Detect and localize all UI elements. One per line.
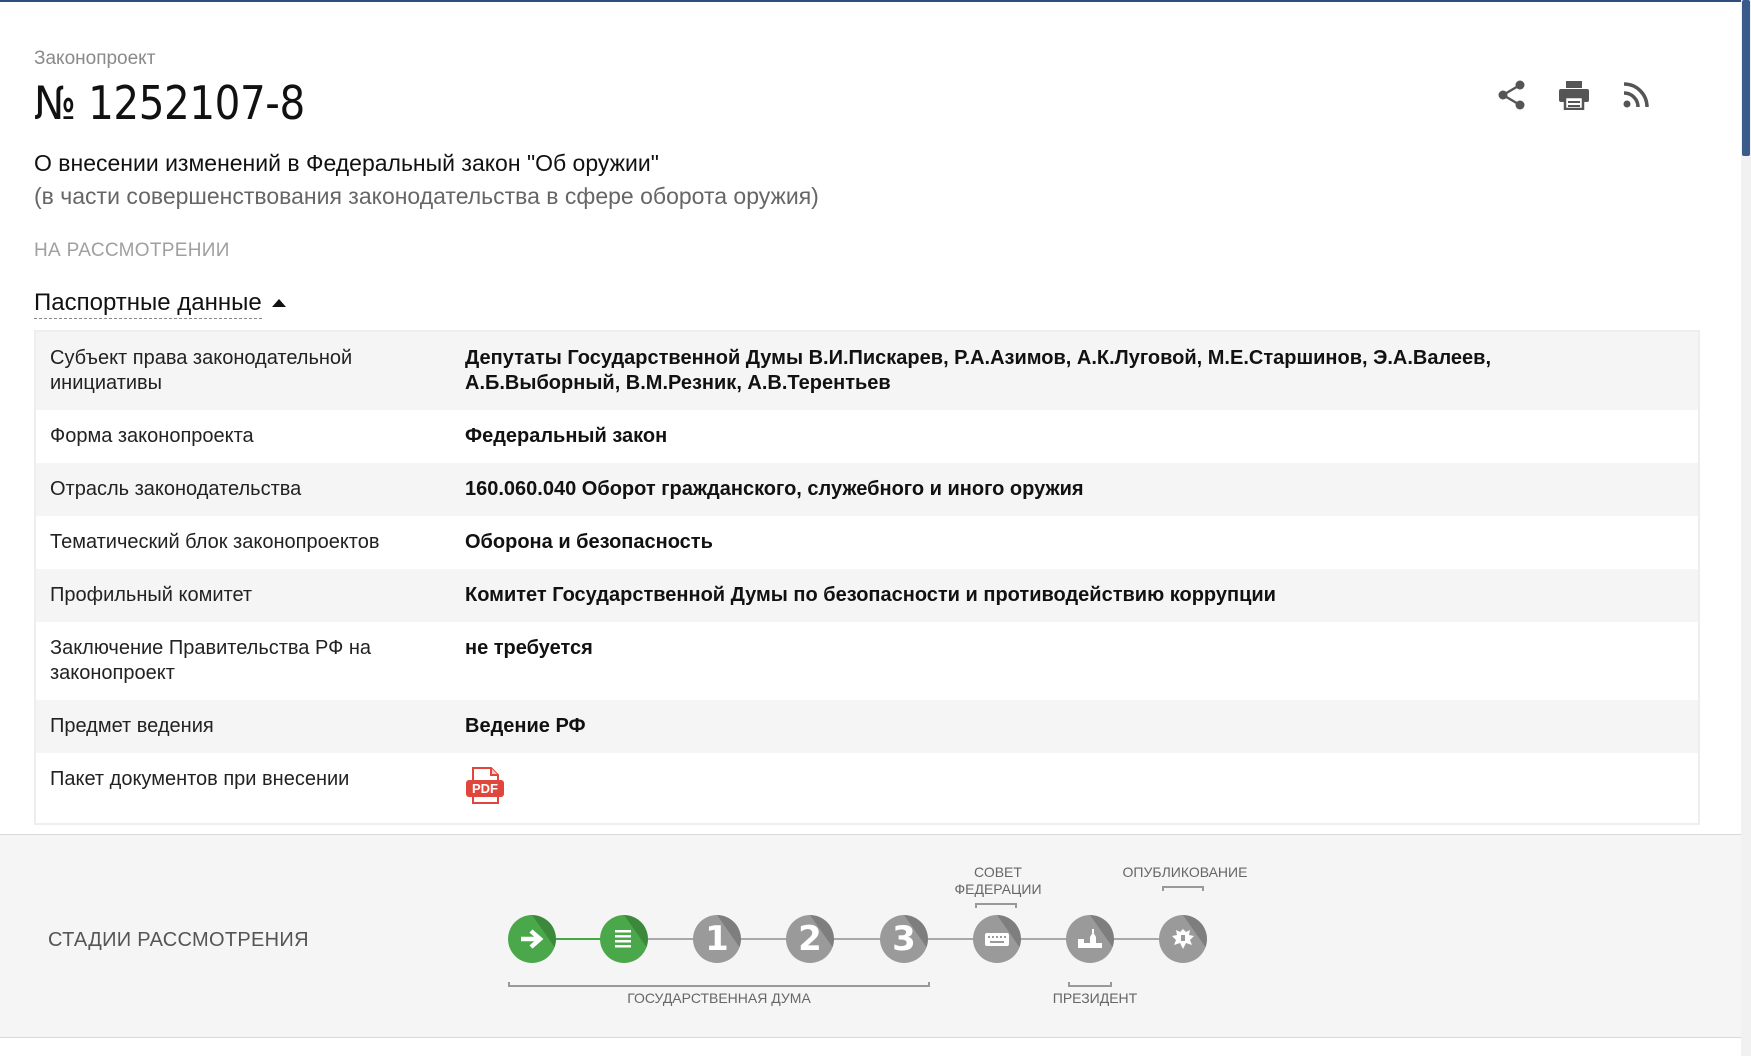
row-value: 160.060.040 Оборот гражданского, служебн… [465, 478, 1084, 500]
emblem-icon [1172, 929, 1194, 949]
passport-toggle[interactable]: Паспортные данные [34, 288, 286, 319]
table-row: Отрасль законодательства 160.060.040 Обо… [36, 463, 1698, 516]
bill-title: О внесении изменений в Федеральный закон… [34, 150, 659, 176]
stage-number: 2 [798, 919, 822, 959]
caret-up-icon [271, 298, 286, 307]
passport-table: Субъект права законодательной инициативы… [34, 330, 1700, 825]
share-icon[interactable] [1496, 78, 1528, 112]
table-row: Пакет документов при внесении PDF [36, 753, 1698, 823]
print-icon[interactable] [1558, 78, 1590, 112]
row-key: Отрасль законодательства [50, 478, 302, 500]
bill-number: № 1252107-8 [34, 76, 305, 130]
stage-preliminary[interactable] [600, 915, 648, 963]
kremlin-icon [1078, 929, 1102, 948]
row-key: Профильный комитет [50, 584, 253, 606]
row-key: Тематический блок законопроектов [50, 531, 380, 553]
stage-first-reading[interactable]: 1 [693, 915, 741, 963]
bracket [508, 982, 930, 987]
pdf-label: PDF [472, 781, 498, 796]
row-value: Ведение РФ [465, 715, 586, 737]
row-value: Депутаты Государственной Думы В.И.Пискар… [465, 347, 1492, 394]
stage-federation-council[interactable] [973, 915, 1021, 963]
bracket [1068, 982, 1112, 987]
passport-title: Паспортные данные [34, 288, 262, 319]
caption-publication: ОПУБЛИКОВАНИЕ [1122, 864, 1248, 880]
stages-panel: СТАДИИ РАССМОТРЕНИЯ СОВЕТ ФЕДЕРАЦИИ ОПУБ… [0, 834, 1741, 1038]
bracket [975, 903, 1017, 908]
top-accent-line [0, 0, 1751, 2]
caption-president: ПРЕЗИДЕНТ [1052, 990, 1138, 1006]
caption-federation-council: СОВЕТ ФЕДЕРАЦИИ [954, 864, 1042, 897]
bill-status: НА РАССМОТРЕНИИ [34, 240, 230, 261]
row-key: Заключение Правительства РФ на законопро… [50, 637, 372, 684]
stage-third-reading[interactable]: 3 [880, 915, 928, 963]
scrollbar-thumb[interactable] [1742, 0, 1750, 156]
stage-introduction[interactable] [508, 915, 556, 963]
table-row: Профильный комитет Комитет Государственн… [36, 569, 1698, 622]
bill-subtitle: (в части совершенствования законодательс… [34, 183, 819, 209]
table-row: Форма законопроекта Федеральный закон [36, 410, 1698, 463]
row-value: Оборона и безопасность [465, 531, 713, 553]
pdf-document-icon[interactable]: PDF [465, 767, 505, 805]
bill-kicker: Законопроект [34, 48, 156, 69]
stages-label: СТАДИИ РАССМОТРЕНИЯ [48, 929, 309, 951]
stage-number: 3 [892, 919, 916, 959]
action-icons [1496, 78, 1652, 112]
scrollbar[interactable] [1741, 0, 1751, 1056]
list-icon [615, 930, 631, 948]
table-row: Предмет ведения Ведение РФ [36, 700, 1698, 753]
table-row: Тематический блок законопроектов Оборона… [36, 516, 1698, 569]
stage-president[interactable] [1066, 915, 1114, 963]
row-key: Субъект права законодательной инициативы [50, 347, 353, 394]
row-value: PDF [465, 767, 1698, 805]
row-key: Предмет ведения [50, 715, 214, 737]
row-value: Федеральный закон [465, 425, 668, 447]
table-row: Заключение Правительства РФ на законопро… [36, 622, 1698, 700]
bracket [1162, 886, 1204, 891]
row-key: Форма законопроекта [50, 425, 254, 447]
stage-publication[interactable] [1159, 915, 1207, 963]
caption-state-duma: ГОСУДАРСТВЕННАЯ ДУМА [627, 990, 811, 1006]
row-value: не требуется [465, 637, 593, 659]
row-key: Пакет документов при внесении [50, 768, 350, 790]
rss-icon[interactable] [1620, 78, 1652, 112]
stage-second-reading[interactable]: 2 [786, 915, 834, 963]
stage-number: 1 [705, 919, 729, 959]
arrow-icon [521, 929, 544, 949]
keyboard-icon [985, 933, 1009, 946]
row-value: Комитет Государственной Думы по безопасн… [465, 584, 1276, 606]
table-row: Субъект права законодательной инициативы… [36, 332, 1698, 410]
